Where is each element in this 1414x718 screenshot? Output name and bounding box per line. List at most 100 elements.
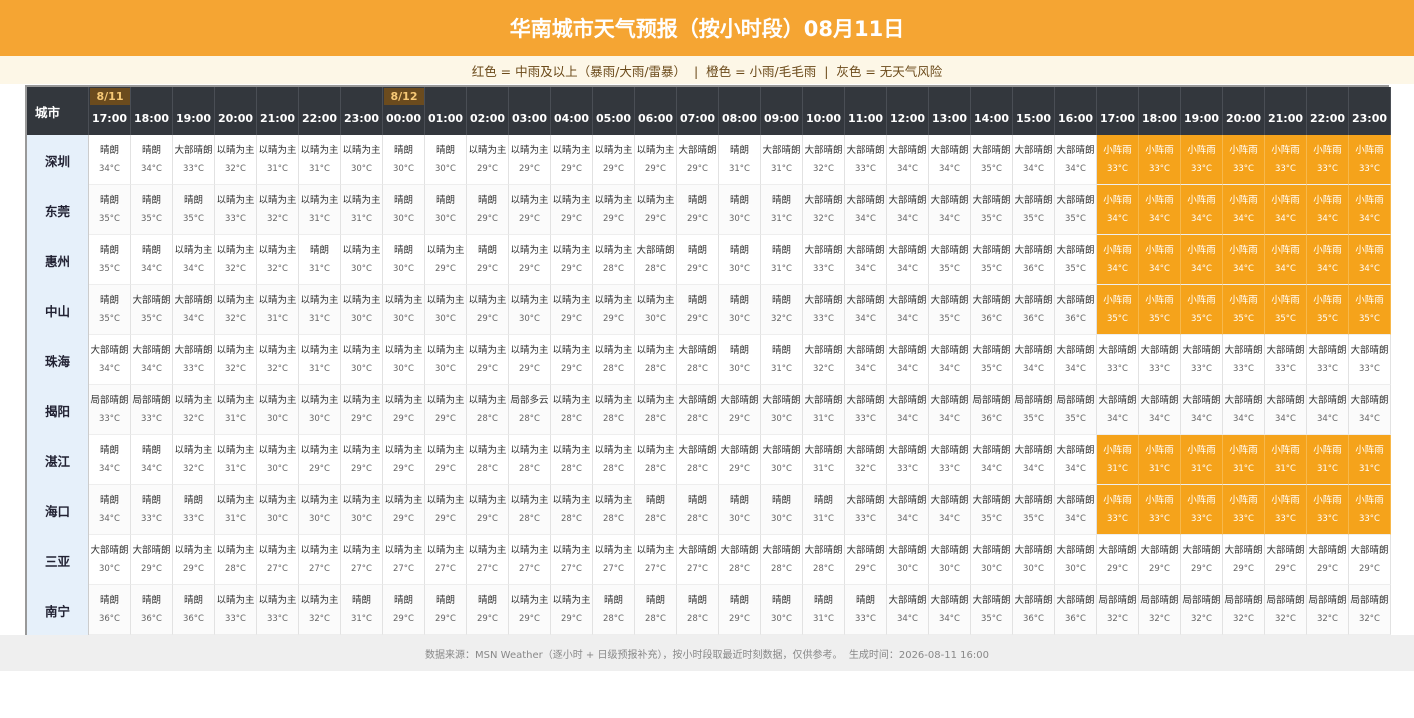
hour-label: 10:00 (805, 112, 841, 125)
weather-condition: 局部晴朗 (1014, 395, 1053, 406)
temperature: 34°C (1274, 414, 1296, 424)
forecast-cell: 以晴为主 28°C (551, 385, 593, 435)
weather-condition: 大部晴朗 (762, 395, 801, 406)
header-city: 城市 (27, 87, 89, 135)
temperature: 28°C (812, 564, 834, 574)
temperature: 28°C (644, 614, 666, 624)
forecast-cell: 小阵雨 34°C (1307, 235, 1349, 285)
forecast-cell: 小阵雨 31°C (1223, 435, 1265, 485)
weather-condition: 晴朗 (771, 595, 791, 606)
temperature: 34°C (896, 214, 918, 224)
forecast-cell: 大部晴朗 34°C (131, 335, 173, 385)
weather-condition: 晴朗 (645, 495, 665, 506)
temperature: 33°C (938, 464, 960, 474)
weather-condition: 大部晴朗 (90, 545, 129, 556)
weather-condition: 大部晴朗 (1266, 395, 1305, 406)
forecast-cell: 以晴为主 27°C (299, 535, 341, 585)
page-title: 华南城市天气预报（按小时段）08月11日 (0, 0, 1414, 56)
temperature: 29°C (476, 314, 498, 324)
temperature: 30°C (518, 314, 540, 324)
temperature: 34°C (98, 164, 120, 174)
temperature: 31°C (266, 164, 288, 174)
temperature: 28°C (644, 514, 666, 524)
forecast-cell: 晴朗 33°C (173, 485, 215, 535)
weather-condition: 大部晴朗 (1056, 345, 1095, 356)
weather-condition: 小阵雨 (1103, 195, 1132, 206)
forecast-cell: 大部晴朗 34°C (1055, 435, 1097, 485)
weather-condition: 大部晴朗 (930, 495, 969, 506)
temperature: 28°C (644, 464, 666, 474)
forecast-cell: 以晴为主 28°C (467, 385, 509, 435)
hour-label: 04:00 (553, 112, 589, 125)
forecast-cell: 以晴为主 30°C (425, 335, 467, 385)
weather-condition: 以晴为主 (468, 445, 507, 456)
weather-condition: 大部晴朗 (1056, 145, 1095, 156)
temperature: 31°C (224, 414, 246, 424)
temperature: 29°C (434, 414, 456, 424)
temperature: 35°C (980, 264, 1002, 274)
forecast-cell: 晴朗 30°C (425, 135, 467, 185)
weather-condition: 晴朗 (183, 195, 203, 206)
temperature: 31°C (308, 314, 330, 324)
forecast-cell: 晴朗 29°C (467, 185, 509, 235)
temperature: 33°C (182, 164, 204, 174)
forecast-cell: 以晴为主 30°C (341, 235, 383, 285)
weather-condition: 小阵雨 (1103, 145, 1132, 156)
temperature: 31°C (308, 164, 330, 174)
forecast-cell: 小阵雨 31°C (1097, 435, 1139, 485)
forecast-cell: 晴朗 30°C (383, 135, 425, 185)
forecast-cell: 大部晴朗 33°C (929, 435, 971, 485)
temperature: 28°C (728, 564, 750, 574)
temperature: 28°C (602, 264, 624, 274)
temperature: 29°C (686, 314, 708, 324)
weather-condition: 晴朗 (729, 195, 749, 206)
weather-condition: 大部晴朗 (888, 545, 927, 556)
weather-condition: 以晴为主 (594, 495, 633, 506)
forecast-cell: 小阵雨 33°C (1181, 485, 1223, 535)
forecast-cell: 小阵雨 35°C (1097, 285, 1139, 335)
temperature: 30°C (770, 514, 792, 524)
forecast-cell: 晴朗 30°C (761, 485, 803, 535)
weather-condition: 小阵雨 (1229, 295, 1258, 306)
weather-condition: 以晴为主 (300, 445, 339, 456)
forecast-cell: 大部晴朗 34°C (929, 185, 971, 235)
temperature: 34°C (1190, 414, 1212, 424)
weather-condition: 大部晴朗 (972, 195, 1011, 206)
weather-condition: 晴朗 (393, 245, 413, 256)
temperature: 29°C (560, 214, 582, 224)
forecast-cell: 晴朗 30°C (719, 285, 761, 335)
temperature: 28°C (224, 564, 246, 574)
temperature: 31°C (770, 214, 792, 224)
forecast-cell: 小阵雨 34°C (1097, 185, 1139, 235)
weather-condition: 以晴为主 (510, 245, 549, 256)
temperature: 34°C (896, 264, 918, 274)
weather-condition: 小阵雨 (1313, 295, 1342, 306)
forecast-cell: 以晴为主 29°C (509, 585, 551, 635)
weather-condition: 小阵雨 (1355, 195, 1384, 206)
forecast-cell: 以晴为主 27°C (509, 535, 551, 585)
forecast-cell: 大部晴朗 35°C (1055, 235, 1097, 285)
weather-condition: 晴朗 (309, 245, 329, 256)
weather-condition: 大部晴朗 (678, 545, 717, 556)
forecast-cell: 晴朗 34°C (89, 135, 131, 185)
weather-condition: 以晴为主 (258, 295, 297, 306)
weather-condition: 大部晴朗 (1014, 545, 1053, 556)
hour-label: 23:00 (343, 112, 379, 125)
hour-header: 22:00 (299, 87, 341, 135)
forecast-cell: 以晴为主 29°C (467, 135, 509, 185)
forecast-cell: 大部晴朗 34°C (173, 285, 215, 335)
forecast-cell: 晴朗 31°C (761, 335, 803, 385)
forecast-cell: 以晴为主 27°C (425, 535, 467, 585)
forecast-cell: 晴朗 28°C (635, 585, 677, 635)
weather-condition: 局部晴朗 (1056, 395, 1095, 406)
temperature: 35°C (182, 214, 204, 224)
forecast-cell: 以晴为主 29°C (635, 185, 677, 235)
temperature: 32°C (224, 364, 246, 374)
temperature: 36°C (980, 314, 1002, 324)
weather-condition: 局部晴朗 (90, 395, 129, 406)
forecast-cell: 以晴为主 32°C (215, 135, 257, 185)
weather-condition: 以晴为主 (216, 545, 255, 556)
forecast-cell: 大部晴朗 35°C (971, 185, 1013, 235)
weather-condition: 大部晴朗 (174, 295, 213, 306)
temperature: 34°C (1022, 164, 1044, 174)
